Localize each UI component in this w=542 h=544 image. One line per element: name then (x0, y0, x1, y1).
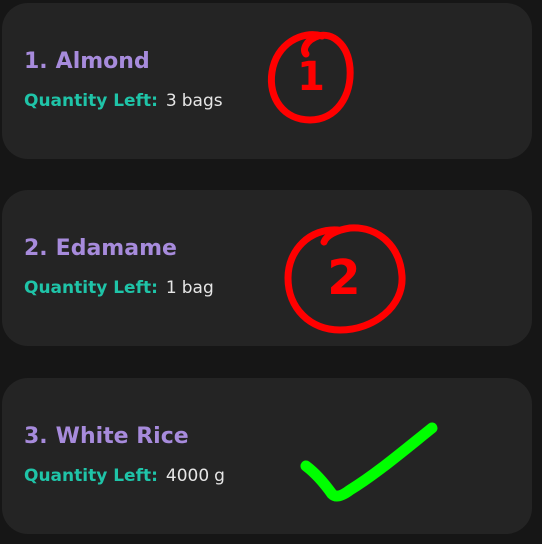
quantity-unit: bag (181, 278, 214, 298)
item-name: Almond (55, 49, 150, 74)
list-item[interactable]: 3. White Rice Quantity Left: 4000 g (2, 378, 532, 534)
quantity-value: 1 (165, 278, 177, 298)
item-title: 2. Edamame (24, 236, 177, 261)
item-name: Edamame (55, 236, 177, 261)
annotation-text: 2 (327, 250, 360, 306)
item-quantity: Quantity Left: 1 bag (24, 278, 214, 298)
quantity-unit: g (214, 466, 225, 486)
item-name: White Rice (55, 424, 189, 449)
quantity-unit: bags (181, 91, 223, 111)
quantity-label: Quantity Left: (24, 91, 158, 111)
quantity-label: Quantity Left: (24, 466, 158, 486)
item-list: 1. Almond Quantity Left: 3 bags 2. Edamame Q… (0, 0, 542, 544)
item-title: 1. Almond (24, 49, 150, 74)
item-quantity: Quantity Left: 3 bags (24, 91, 223, 111)
list-item[interactable]: 2. Edamame Quantity Left: 1 bag (2, 190, 532, 346)
item-title: 3. White Rice (24, 424, 189, 449)
quantity-value: 3 (165, 91, 177, 111)
item-number: 1. (24, 49, 48, 74)
checkmark-icon (300, 422, 438, 502)
circled-number-2-annotation: 2 (284, 224, 406, 334)
item-quantity: Quantity Left: 4000 g (24, 466, 225, 486)
item-number: 3. (24, 424, 48, 449)
circled-number-1-annotation: 1 (267, 31, 354, 124)
quantity-value: 4000 (165, 466, 210, 486)
item-number: 2. (24, 236, 48, 261)
quantity-label: Quantity Left: (24, 278, 158, 298)
annotation-text: 1 (297, 54, 325, 100)
